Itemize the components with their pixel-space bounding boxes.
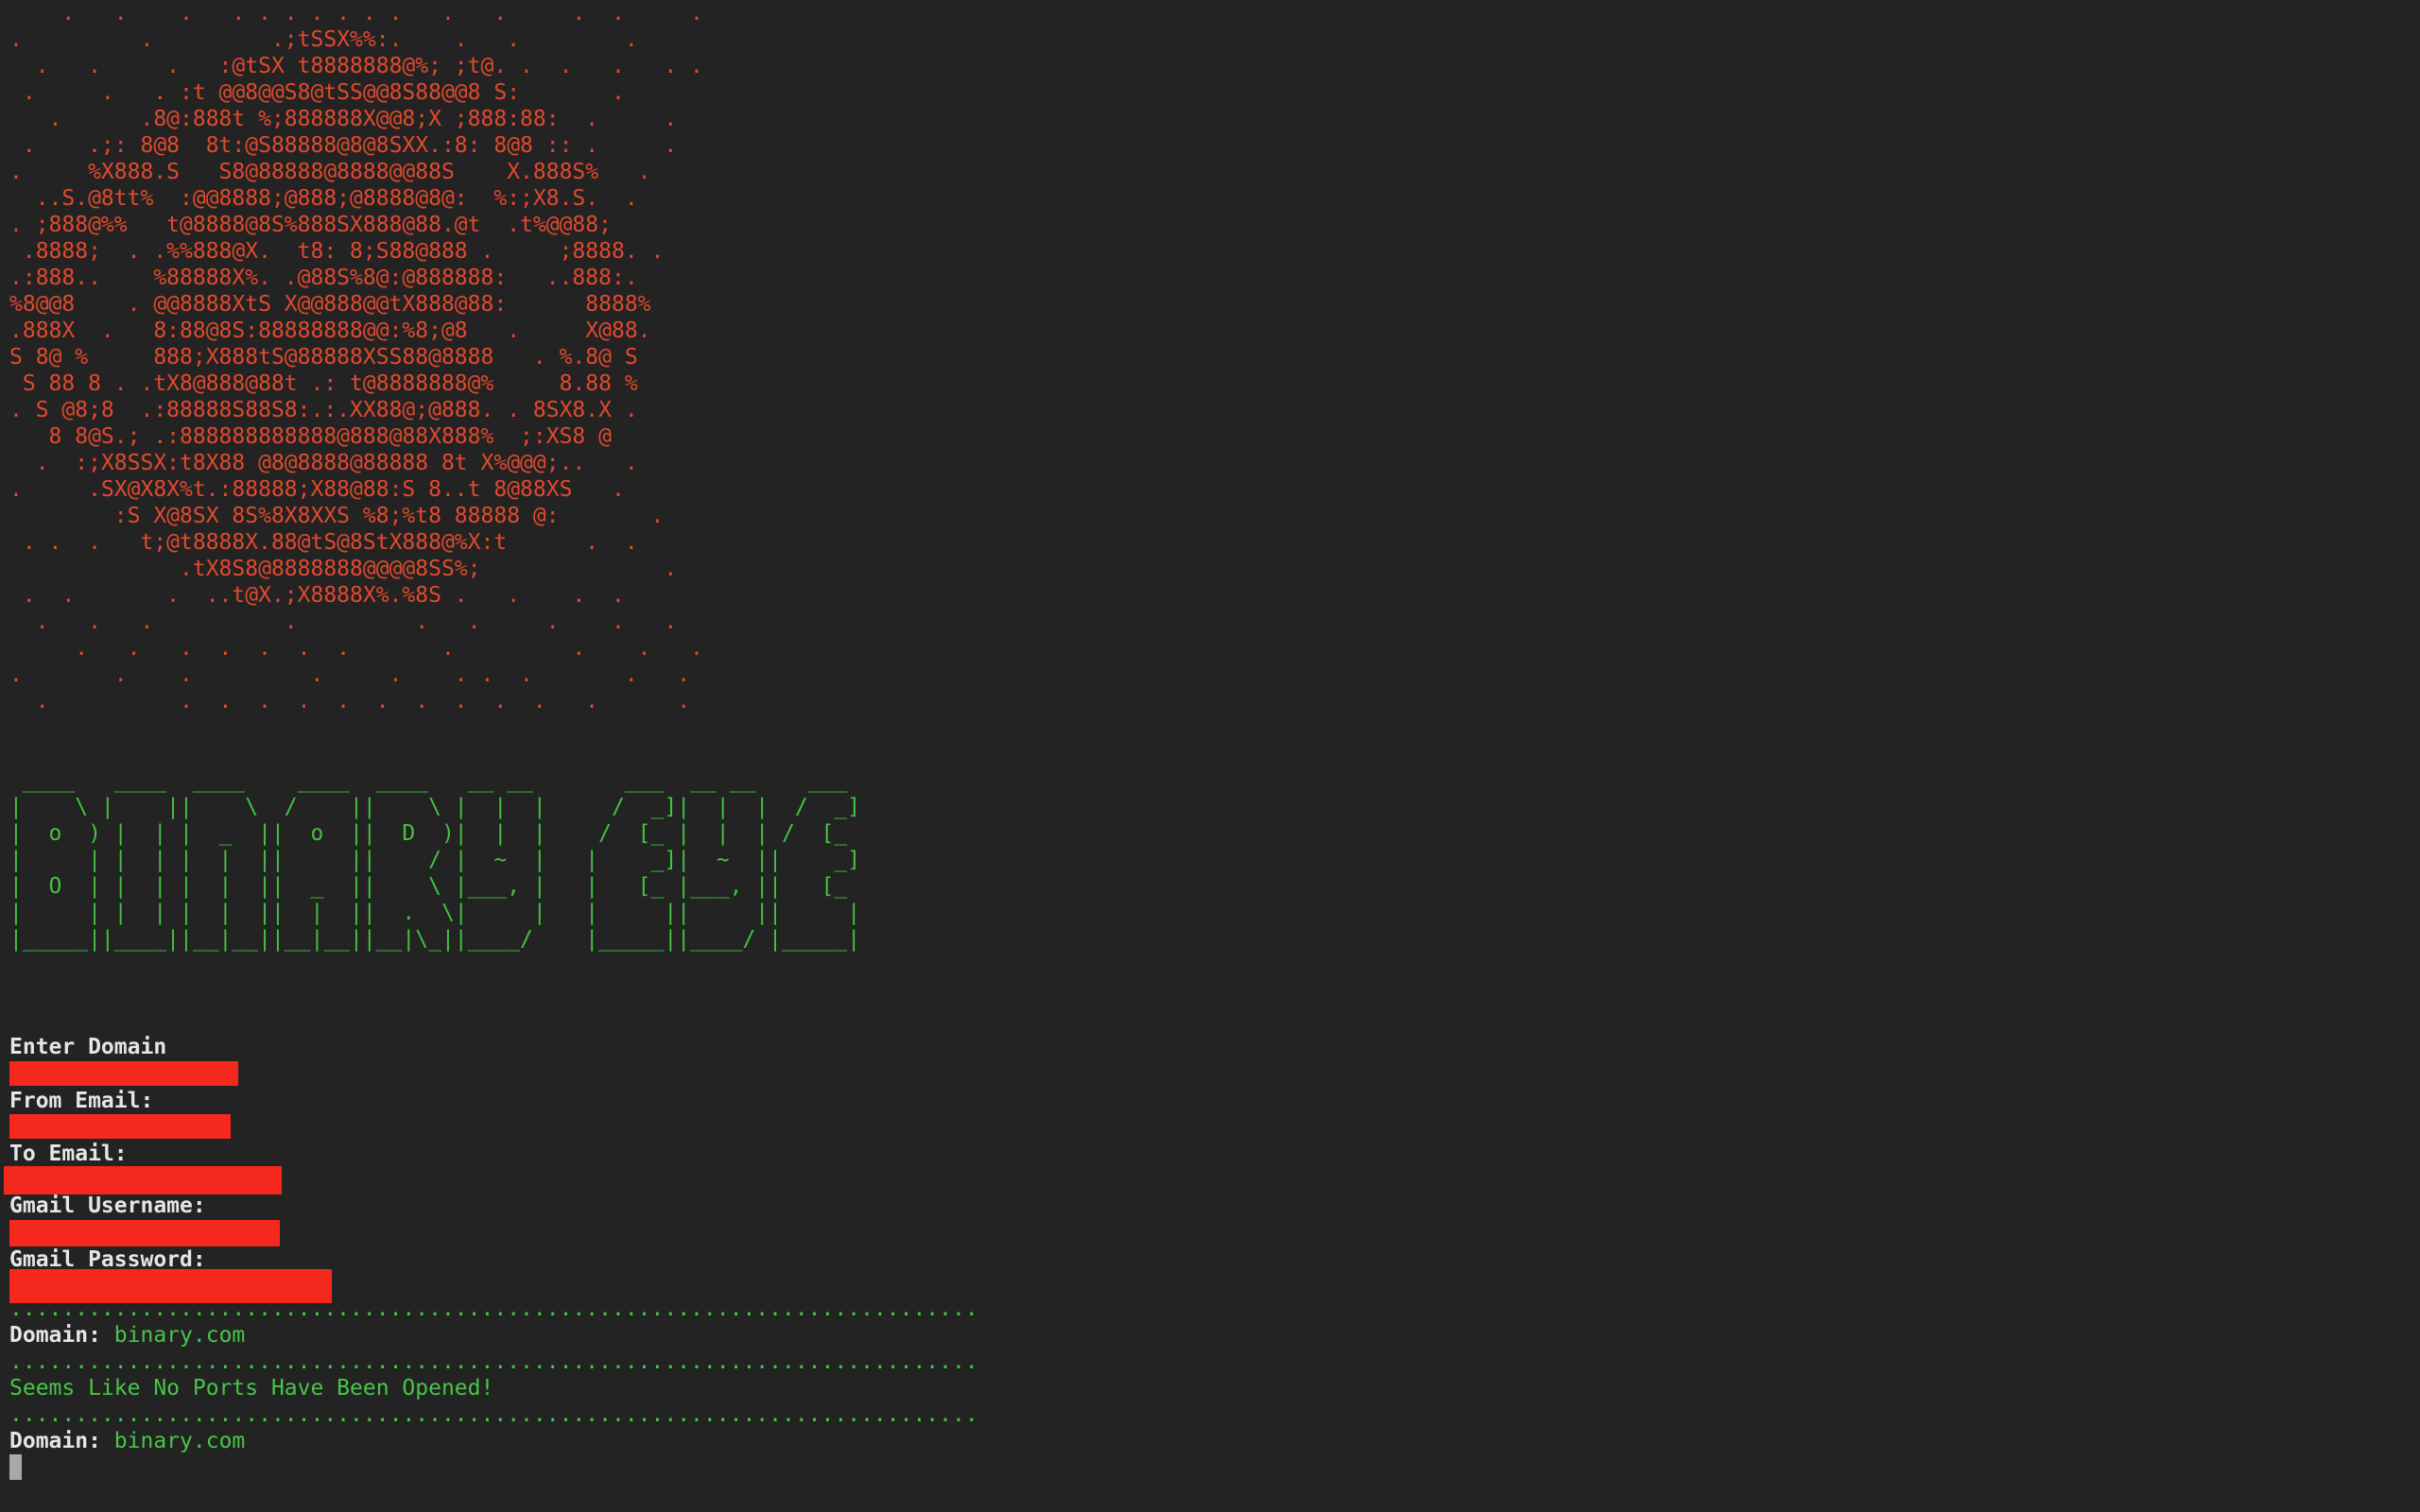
redacted-to-email-input bbox=[4, 1166, 282, 1194]
from-email-prompt: From Email: bbox=[9, 1088, 978, 1114]
redacted-from-email-input bbox=[9, 1114, 231, 1139]
domain-result-line-2: Domain: binary.com bbox=[9, 1428, 978, 1454]
enter-domain-prompt: Enter Domain bbox=[9, 1034, 978, 1060]
gmail-username-label: Gmail Username: bbox=[9, 1194, 206, 1218]
separator-line: ........................................… bbox=[9, 1297, 978, 1321]
to-email-redacted-row bbox=[4, 1166, 978, 1194]
prompt-line[interactable] bbox=[9, 1454, 978, 1481]
gmail-username-redacted-row bbox=[9, 1220, 978, 1246]
binary-eye-banner: ____ ____ ____ ____ ____ __ __ ___ __ __… bbox=[9, 768, 861, 952]
gmail-username-prompt: Gmail Username: bbox=[9, 1193, 978, 1219]
ports-status-message: Seems Like No Ports Have Been Opened! bbox=[9, 1376, 494, 1400]
from-email-redacted-row bbox=[9, 1114, 978, 1141]
domain-label: Domain: bbox=[9, 1429, 101, 1453]
gmail-password-label: Gmail Password: bbox=[9, 1247, 206, 1272]
domain-result-line: Domain: binary.com bbox=[9, 1322, 978, 1349]
domain-value: binary.com bbox=[113, 1429, 246, 1453]
to-email-prompt: To Email: bbox=[9, 1141, 978, 1167]
separator-line: ........................................… bbox=[9, 1349, 978, 1374]
redacted-gmail-username-input bbox=[9, 1220, 280, 1246]
skull-ascii-art: . . . . . . . . . . . . . . . . . .;tSSX… bbox=[9, 1, 703, 713]
domain-label: Domain: bbox=[9, 1323, 101, 1348]
from-email-label: From Email: bbox=[9, 1089, 154, 1113]
separator-line: ........................................… bbox=[9, 1402, 978, 1427]
terminal-cursor bbox=[9, 1454, 22, 1480]
enter-domain-label: Enter Domain bbox=[9, 1035, 167, 1059]
domain-value: binary.com bbox=[113, 1323, 246, 1348]
terminal-window[interactable]: . . . . . . . . . . . . . . . . . .;tSSX… bbox=[0, 0, 2420, 1512]
to-email-label: To Email: bbox=[9, 1142, 128, 1166]
terminal-output: Enter Domain From Email: To Email: Gmail… bbox=[4, 1034, 978, 1481]
redacted-domain-input bbox=[9, 1061, 238, 1086]
enter-domain-redacted-row bbox=[9, 1061, 978, 1088]
gmail-password-redacted-row bbox=[9, 1269, 978, 1303]
